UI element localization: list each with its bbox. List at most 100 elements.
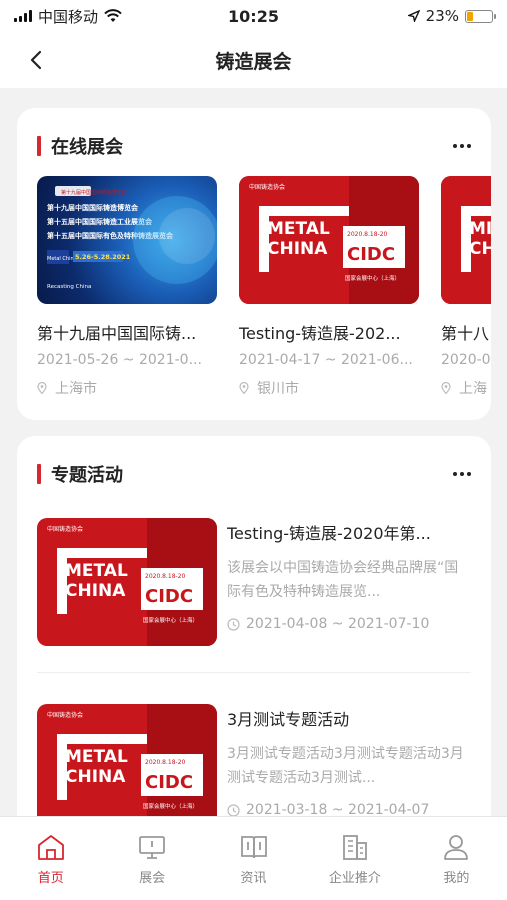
poster-recasting: Recasting China: [47, 284, 91, 290]
tab-profile[interactable]: 我的: [406, 817, 507, 900]
metal-china-poster-graphic: 中国铸造协会 METAL CHINA 2020.8.18-20 CIDC 国家会…: [37, 518, 217, 646]
expo-dates: 2021-04-17 ~ 2021-06...: [239, 352, 413, 368]
expo-location: 上海: [441, 378, 491, 398]
topic-description: 3月测试专题活动3月测试专题活动3月测试专题活动3月测试...: [227, 746, 464, 786]
tab-label: 资讯: [240, 871, 267, 886]
chevron-left-icon: [30, 50, 42, 70]
location-pin-icon: [239, 382, 249, 394]
poster-metal: MI: [469, 219, 491, 239]
tab-home[interactable]: 首页: [0, 817, 101, 900]
battery-fill: [467, 11, 473, 21]
user-icon: [444, 835, 469, 860]
page-title: 铸造展会: [215, 50, 292, 73]
topic-info: Testing-铸造展-2020年第... 该展会以中国铸造协会经典品牌展“国际…: [227, 520, 471, 632]
more-options-button[interactable]: [453, 466, 471, 482]
topic-title: Testing-铸造展-2020年第...: [227, 524, 431, 543]
divider: [37, 672, 471, 673]
poster-cidc: CIDC: [145, 586, 193, 607]
status-right: 23%: [407, 7, 496, 25]
tab-label: 我的: [443, 871, 470, 886]
location-arrow-icon: [407, 10, 420, 22]
topic-item[interactable]: 中国铸造协会 METAL CHINA 2020.8.18-20 CIDC 国家会…: [37, 704, 471, 816]
tab-bar: 首页 展会 资讯 企业推介 我的: [0, 816, 507, 900]
topic-dates: 2021-04-08 ~ 2021-07-10: [246, 616, 430, 632]
metal-china-poster-graphic: 中国铸造协会 METAL CHINA 2020.8.18-20 CIDC 国家会…: [37, 704, 217, 816]
poster-venue: 国家会展中心（上海）: [143, 616, 198, 624]
monitor-icon: [139, 836, 166, 859]
tab-news[interactable]: 资讯: [203, 817, 304, 900]
section-accent-bar: [37, 136, 41, 156]
expo-name: 第十八: [441, 324, 490, 343]
metal-china-poster-graphic: MI CH: [441, 176, 491, 304]
home-icon: [37, 835, 64, 860]
online-expo-card: 在线展会 第十九届中国国际铸造博览会 第十九届中国国际铸造博览会 第十五届中国国…: [17, 108, 491, 420]
topic-title: 3月测试专题活动: [227, 710, 350, 729]
clock-icon: [227, 617, 240, 631]
poster-metal-china: Metal China: [47, 256, 77, 262]
poster-china: CH: [469, 239, 491, 259]
expo-card[interactable]: 第十九届中国国际铸造博览会 第十九届中国国际铸造博览会 第十五届中国国际铸造工业…: [37, 176, 217, 398]
online-section-header: 在线展会: [37, 134, 471, 158]
topic-info: 3月测试专题活动 3月测试专题活动3月测试专题活动3月测试专题活动3月测试...…: [227, 706, 471, 816]
expo-name: Testing-铸造展-202...: [239, 324, 401, 343]
poster-metal: METAL: [65, 747, 128, 767]
main-content[interactable]: 在线展会 第十九届中国国际铸造博览会 第十九届中国国际铸造博览会 第十五届中国国…: [0, 92, 507, 816]
topics-card: 专题活动 中国铸造协会 METAL CHINA 2020.8.18-20 CID…: [17, 436, 491, 816]
expo-carousel[interactable]: 第十九届中国国际铸造博览会 第十九届中国国际铸造博览会 第十五届中国国际铸造工业…: [37, 176, 491, 406]
poster-cidc: CIDC: [347, 244, 395, 265]
topics-section-title: 专题活动: [51, 465, 123, 486]
poster-line-1: 第十九届中国国际铸造博览会: [61, 189, 126, 196]
nav-bar: 铸造展会: [0, 32, 507, 88]
poster-venue: 国家会展中心（上海）: [345, 274, 400, 282]
topic-item[interactable]: 中国铸造协会 METAL CHINA 2020.8.18-20 CIDC 国家会…: [37, 518, 471, 648]
poster-org: 中国铸造协会: [47, 711, 83, 719]
poster-metal: METAL: [65, 561, 128, 581]
topic-date-row: 2021-03-18 ~ 2021-04-07: [227, 802, 471, 816]
expo-city: 上海: [459, 381, 487, 397]
poster-china: CHINA: [65, 767, 126, 787]
poster-dates: 2020.8.18-20: [145, 573, 186, 580]
location-pin-icon: [441, 382, 451, 394]
poster-dates: 2020.8.18-20: [347, 231, 388, 238]
poster-dates: 5.26-5.28.2021: [75, 253, 131, 261]
poster-dates: 2020.8.18-20: [145, 759, 186, 766]
poster-metal: METAL: [267, 219, 330, 239]
expo-card[interactable]: MI CH 第十八 2020-0 上海: [441, 176, 491, 398]
expo-thumbnail: MI CH: [441, 176, 491, 304]
expo-city: 银川市: [257, 381, 299, 397]
carrier-label: 中国移动: [38, 7, 99, 26]
expo-poster-graphic: 第十九届中国国际铸造博览会 第十九届中国国际铸造博览会 第十五届中国国际铸造工业…: [47, 186, 217, 290]
battery-percent: 23%: [425, 7, 459, 25]
building-icon: [343, 835, 367, 860]
status-bar: 中国移动 10:25 23%: [0, 0, 507, 32]
tab-label: 首页: [37, 871, 64, 886]
expo-location: 上海市: [37, 378, 217, 398]
poster-china: CHINA: [65, 581, 126, 601]
expo-dates: 2021-05-26 ~ 2021-0...: [37, 352, 202, 368]
wifi-icon: [104, 9, 122, 22]
topic-dates: 2021-03-18 ~ 2021-04-07: [246, 802, 430, 816]
signal-icon: [14, 10, 32, 22]
poster-china: CHINA: [267, 239, 328, 259]
expo-card[interactable]: 中国铸造协会 METAL CHINA 2020.8.18-20 CIDC 国家会…: [239, 176, 419, 398]
location-pin-icon: [37, 382, 47, 394]
expo-thumbnail: 第十九届中国国际铸造博览会 第十九届中国国际铸造博览会 第十五届中国国际铸造工业…: [37, 176, 217, 304]
clock-icon: [227, 803, 240, 816]
poster-cidc: CIDC: [145, 772, 193, 793]
expo-city: 上海市: [55, 381, 97, 397]
metal-china-poster-graphic: 中国铸造协会 METAL CHINA 2020.8.18-20 CIDC 国家会…: [239, 176, 419, 304]
back-button[interactable]: [22, 46, 50, 74]
expo-dates: 2020-0: [441, 352, 491, 368]
topic-thumbnail: 中国铸造协会 METAL CHINA 2020.8.18-20 CIDC 国家会…: [37, 704, 217, 816]
tab-enterprise[interactable]: 企业推介: [304, 817, 405, 900]
expo-location: 银川市: [239, 378, 419, 398]
topic-description: 该展会以中国铸造协会经典品牌展“国际有色及特种铸造展览...: [227, 560, 459, 600]
battery-icon: [465, 9, 496, 23]
tab-expo[interactable]: 展会: [101, 817, 202, 900]
poster-org: 中国铸造协会: [47, 525, 83, 533]
poster-title-1: 第十九届中国国际铸造博览会: [47, 203, 139, 212]
more-options-button[interactable]: [453, 138, 471, 154]
poster-venue: 国家会展中心（上海）: [143, 802, 198, 810]
expo-thumbnail: 中国铸造协会 METAL CHINA 2020.8.18-20 CIDC 国家会…: [239, 176, 419, 304]
tab-label: 企业推介: [328, 871, 381, 886]
